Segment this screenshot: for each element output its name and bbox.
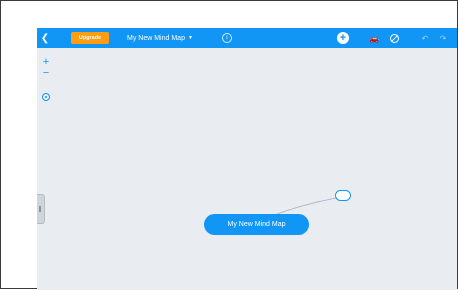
screenshot-frame: ❮ Upgrade My New Mind Map ▼ i + 🚗 ↶ ↷ + …	[0, 0, 458, 290]
root-node[interactable]: My New Mind Map	[204, 214, 309, 235]
child-node[interactable]	[335, 190, 351, 201]
node-connector	[268, 197, 337, 218]
mind-map-app: ❮ Upgrade My New Mind Map ▼ i + 🚗 ↶ ↷ + …	[37, 28, 457, 290]
